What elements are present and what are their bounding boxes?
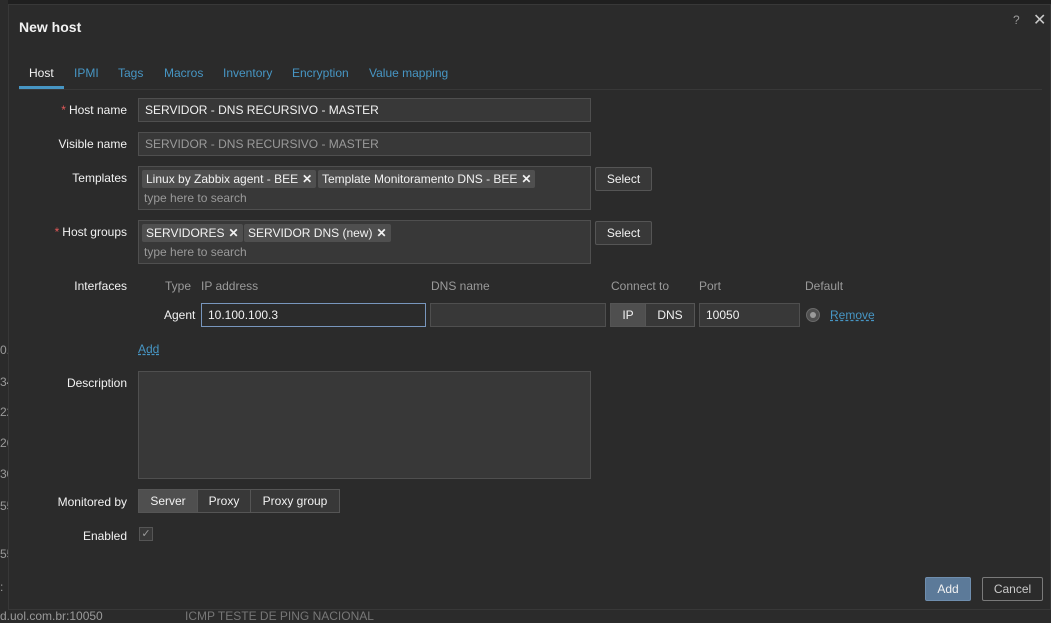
add-interface-link[interactable]: Add — [138, 342, 159, 356]
column-header-connect-to: Connect to — [611, 279, 670, 293]
remove-chip-icon[interactable]: ✕ — [521, 172, 531, 186]
templates-search-input[interactable]: type here to search — [144, 191, 247, 205]
background-footer-row: d.uol.com.br:10050 ICMP TESTE DE PING NA… — [0, 609, 1051, 623]
host-group-chip-label: SERVIDORES — [146, 226, 225, 240]
host-groups-multiselect[interactable]: SERVIDORES ✕ SERVIDOR DNS (new) ✕ type her… — [138, 220, 591, 264]
template-chip: Template Monitoramento DNS - BEE ✕ — [318, 170, 536, 188]
monitored-by-proxy[interactable]: Proxy — [197, 489, 251, 513]
remove-chip-icon[interactable]: ✕ — [302, 172, 312, 186]
template-chip: Linux by Zabbix agent - BEE ✕ — [142, 170, 317, 188]
remove-chip-icon[interactable]: ✕ — [376, 226, 386, 240]
monitored-by-label: Monitored by — [57, 495, 127, 509]
visible-name-label: Visible name — [58, 137, 127, 151]
column-header-default: Default — [805, 279, 844, 293]
connect-to-dns-button[interactable]: DNS — [645, 303, 695, 327]
dns-name-input[interactable] — [430, 303, 606, 327]
host-group-chip-label: SERVIDOR DNS (new) — [248, 226, 373, 240]
description-textarea[interactable] — [138, 371, 591, 479]
background-host-cell: d.uol.com.br:10050 — [0, 609, 103, 623]
templates-select-button[interactable]: Select — [595, 167, 652, 191]
background-text: : — [0, 580, 4, 594]
tab-encryption[interactable]: Encryption — [292, 66, 349, 80]
column-header-type: Type — [165, 279, 192, 293]
dialog-title: New host — [19, 19, 82, 35]
required-mark: * — [54, 225, 60, 239]
monitored-by-server[interactable]: Server — [138, 489, 198, 513]
remove-chip-icon[interactable]: ✕ — [228, 226, 238, 240]
template-chip-label: Template Monitoramento DNS - BEE — [322, 172, 518, 186]
host-groups-select-button[interactable]: Select — [595, 221, 652, 245]
connect-to-ip-button[interactable]: IP — [610, 303, 646, 327]
host-group-chip: SERVIDOR DNS (new) ✕ — [244, 224, 391, 242]
host-name-input[interactable]: SERVIDOR - DNS RECURSIVO - MASTER — [138, 98, 591, 122]
description-label: Description — [66, 376, 127, 390]
tab-inventory[interactable]: Inventory — [223, 66, 272, 80]
tab-host[interactable]: Host — [29, 66, 54, 80]
help-icon[interactable]: ? — [1013, 13, 1020, 27]
column-header-port: Port — [699, 279, 722, 293]
host-name-label: * Host name — [61, 103, 127, 117]
tab-macros[interactable]: Macros — [164, 66, 203, 80]
close-icon[interactable]: ✕ — [1033, 10, 1046, 30]
monitored-by-proxy-group[interactable]: Proxy group — [250, 489, 340, 513]
active-tab-indicator — [19, 86, 64, 89]
tab-bar: Host IPMI Tags Macros Inventory Encrypti… — [19, 61, 1042, 90]
templates-multiselect[interactable]: Linux by Zabbix agent - BEE ✕ Template Mo… — [138, 166, 591, 210]
column-header-ip: IP address — [201, 279, 259, 293]
enabled-checkbox[interactable]: ✓ — [139, 527, 153, 541]
default-interface-radio[interactable] — [806, 308, 820, 322]
tab-value-mapping[interactable]: Value mapping — [369, 66, 448, 80]
tab-ipmi[interactable]: IPMI — [74, 66, 99, 80]
remove-interface-link[interactable]: Remove — [830, 308, 875, 322]
visible-name-input[interactable]: SERVIDOR - DNS RECURSIVO - MASTER — [138, 132, 591, 156]
new-host-dialog: New host ? ✕ Host IPMI Tags Macros Inven… — [8, 4, 1051, 610]
cancel-button[interactable]: Cancel — [982, 577, 1043, 601]
port-input[interactable]: 10050 — [699, 303, 800, 327]
template-chip-label: Linux by Zabbix agent - BEE — [146, 172, 299, 186]
interface-type-label: Agent — [164, 308, 196, 322]
background-panel — [0, 0, 8, 623]
host-groups-label-text: Host groups — [62, 225, 127, 239]
templates-label: Templates — [72, 171, 127, 185]
required-mark: * — [61, 103, 66, 117]
host-groups-label: * Host groups — [55, 225, 127, 239]
host-name-label-text: Host name — [68, 103, 127, 117]
tab-tags[interactable]: Tags — [118, 66, 143, 80]
column-header-dns: DNS name — [431, 279, 490, 293]
add-button[interactable]: Add — [925, 577, 971, 601]
host-group-chip: SERVIDORES ✕ — [142, 224, 243, 242]
enabled-label: Enabled — [82, 529, 127, 543]
host-groups-search-input[interactable]: type here to search — [144, 245, 247, 259]
interfaces-label: Interfaces — [74, 279, 127, 293]
background-name-cell: ICMP TESTE DE PING NACIONAL — [185, 609, 374, 623]
ip-address-input[interactable]: 10.100.100.3 — [201, 303, 426, 327]
